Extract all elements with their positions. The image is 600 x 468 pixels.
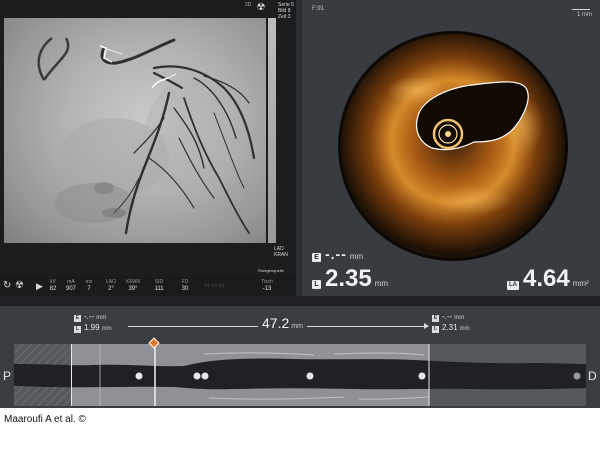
lumen-diameter-unit: mm	[374, 279, 389, 288]
status-sid: SID 111	[154, 279, 164, 292]
oct-crosssection-panel[interactable]: F:91 1 mm E -.-- mm L 2.35 mm LA 4.64 mm…	[302, 0, 600, 296]
distal-l-measure: L 2.31 mm	[432, 323, 470, 333]
frame-dot[interactable]	[573, 372, 581, 380]
status-ms: ms 7	[85, 279, 93, 292]
angiogram-image[interactable]	[4, 18, 266, 243]
la-badge: LA	[507, 281, 519, 290]
lumen-area-unit: mm²	[572, 279, 589, 288]
frame-number: F:91	[312, 6, 325, 12]
proximal-end-label: P	[3, 369, 12, 383]
lumen-area-value: 4.64	[523, 265, 570, 292]
segment-length-unit: mm	[291, 323, 303, 330]
segment-length: 47.2 mm	[258, 315, 307, 331]
top-measure-value: -.--	[325, 246, 347, 262]
panel-divider	[0, 296, 600, 306]
angiography-panel[interactable]: 2D ☢ Serie 5 Bild 8 Zeit 3 LAD KRAN Ront…	[0, 0, 296, 296]
scale-bar	[572, 9, 590, 10]
angiography-status-bar: ↻ ☢ ▶ kV 82 mA 907 ms 7 LAO 2° KRAN 39° SID 11…	[0, 276, 296, 296]
top-measurement: E -.-- mm	[312, 246, 363, 262]
view-indicator: 2D	[245, 2, 252, 8]
status-fd: FD 30	[181, 279, 189, 292]
angiogram-side-strip	[268, 18, 276, 243]
status-lao: LAO 2°	[105, 279, 116, 292]
status-separator-icon: ▭ ▭ ▭	[204, 283, 225, 289]
proximal-l-measure: L 1.99 mm	[74, 323, 112, 333]
frame-dot[interactable]	[135, 372, 143, 380]
status-table: Tisch -13	[261, 279, 273, 292]
oct-crosssection-image[interactable]	[322, 30, 584, 262]
lumen-area-measurement: LA 4.64 mm²	[507, 266, 589, 292]
l-badge: L	[312, 280, 321, 289]
image-credit: Maaroufi A et al. ©	[4, 414, 86, 425]
refresh-icon[interactable]: ↻	[3, 280, 11, 292]
frame-dot[interactable]	[201, 372, 209, 380]
segment-length-value: 47.2	[262, 315, 290, 331]
proximal-e-measure: E -.-- mm	[74, 312, 107, 322]
frame-dot[interactable]	[306, 372, 314, 380]
frame-dot[interactable]	[418, 372, 426, 380]
device-logo-icon: ☢	[256, 2, 266, 13]
longitudinal-view[interactable]	[14, 344, 586, 406]
top-measure-unit: mm	[349, 252, 364, 261]
status-kran: KRAN 39°	[126, 279, 140, 292]
lumen-diameter-measurement: L 2.35 mm	[312, 266, 388, 292]
e-badge: E	[312, 253, 321, 262]
oct-viewer-app: 2D ☢ Serie 5 Bild 8 Zeit 3 LAD KRAN Ront…	[0, 0, 600, 408]
distal-e-measure: E -.-- mm	[432, 312, 465, 322]
lumen-diameter-value: 2.35	[325, 265, 372, 292]
frame-dot[interactable]	[193, 372, 201, 380]
time-label: Zeit 3	[278, 14, 291, 20]
radiation-icon: ☢	[15, 280, 24, 291]
distal-end-label: D	[588, 369, 597, 383]
view-label-kran: KRAN	[274, 252, 288, 258]
strip-label: Rontgenquelle	[258, 268, 284, 273]
scale-label: 1 mm	[577, 12, 592, 18]
pullback-timeline[interactable]: E -.-- mm L 1.99 mm E -.-- mm L 2.31 mm …	[0, 306, 600, 408]
